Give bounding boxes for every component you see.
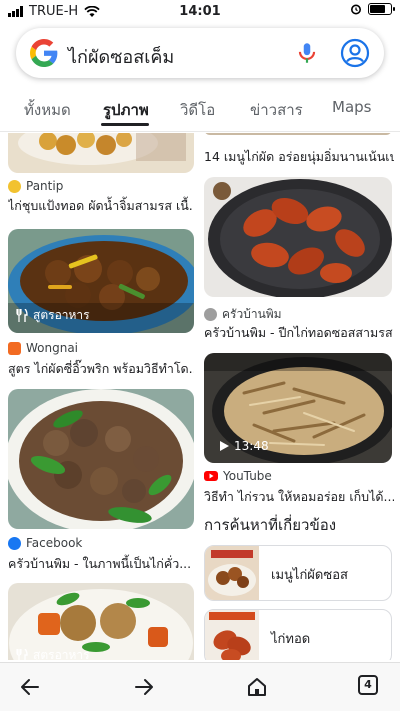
result-image[interactable]: สูตรอาหาร xyxy=(8,583,194,660)
result-image[interactable]: 13:48 xyxy=(204,353,392,463)
related-searches-heading: การค้นหาที่เกี่ยวข้อง xyxy=(204,516,337,534)
recipe-badge: สูตรอาหาร xyxy=(16,306,90,325)
related-search-card[interactable]: เมนูไก่ผัดซอส xyxy=(204,545,392,601)
result-source[interactable]: YouTube xyxy=(204,469,272,483)
wongnai-icon xyxy=(8,341,21,355)
alarm-icon xyxy=(351,4,361,15)
related-search-card[interactable]: ไก่ทอด xyxy=(204,609,392,660)
status-right xyxy=(350,3,395,15)
active-tab-indicator xyxy=(101,123,149,126)
site-icon xyxy=(204,308,217,321)
result-title[interactable]: ไก่ชุบแป้งทอด ผัดน้ำจิ้มสามรส เนื้... xyxy=(8,196,194,216)
battery-icon xyxy=(368,3,395,15)
fork-knife-icon xyxy=(16,309,28,322)
tab-all[interactable]: ทั้งหมด xyxy=(24,98,71,122)
forward-arrow-icon[interactable] xyxy=(132,675,156,699)
fork-knife-icon xyxy=(16,649,28,660)
video-duration: 13:48 xyxy=(220,439,269,453)
status-bar: TRUE-H 14:01 xyxy=(0,0,400,24)
youtube-icon xyxy=(204,471,218,481)
related-thumbnail xyxy=(205,546,259,600)
tab-videos[interactable]: วิดีโอ xyxy=(180,98,215,122)
result-title[interactable]: 14 เมนูไก่ผัด อร่อยนุ่มอิ่มนานเน้นเป... xyxy=(204,147,394,167)
related-search-label: เมนูไก่ผัดซอส xyxy=(271,568,348,583)
recipe-badge: สูตรอาหาร xyxy=(16,646,90,660)
result-source[interactable]: ครัวบ้านพิม xyxy=(204,305,282,324)
result-source[interactable]: Wongnai xyxy=(8,341,78,355)
mic-icon[interactable] xyxy=(294,40,320,66)
battery-fill xyxy=(370,5,385,13)
tab-maps[interactable]: Maps xyxy=(332,98,371,116)
result-title[interactable]: สูตร ไก่ผัดซี่อิ๊วพริก พร้อมวิธีทำโด... xyxy=(8,359,194,379)
facebook-icon xyxy=(8,536,21,550)
search-input[interactable]: ไก่ผัดซอสเค็ม xyxy=(68,42,174,71)
browser-toolbar: 4 xyxy=(0,662,400,711)
image-results: Pantip ไก่ชุบแป้งทอด ผัดน้ำจิ้มสามรส เนื… xyxy=(0,133,400,660)
tab-news[interactable]: ข่าวสาร xyxy=(250,98,303,122)
tab-images[interactable]: รูปภาพ xyxy=(103,98,149,122)
result-image[interactable]: สูตรอาหาร xyxy=(8,229,194,333)
search-bar[interactable]: ไก่ผัดซอสเค็ม xyxy=(16,28,384,78)
related-thumbnail xyxy=(205,610,259,660)
tab-switcher-button[interactable]: 4 xyxy=(358,675,378,695)
result-source[interactable]: Facebook xyxy=(8,536,82,550)
pantip-icon xyxy=(8,179,21,193)
result-image[interactable] xyxy=(8,133,194,173)
result-image[interactable] xyxy=(8,389,194,529)
home-icon[interactable] xyxy=(245,675,269,699)
result-image[interactable] xyxy=(204,177,392,297)
result-source[interactable]: Pantip xyxy=(8,179,63,193)
related-search-label: ไก่ทอด xyxy=(271,632,311,647)
clock: 14:01 xyxy=(179,4,221,19)
back-arrow-icon[interactable] xyxy=(18,675,42,699)
result-image[interactable] xyxy=(204,133,392,135)
account-icon[interactable] xyxy=(340,38,370,68)
result-title[interactable]: วิธีทำ ไก่รวน ให้หอมอร่อย เก็บได้... xyxy=(204,487,394,507)
play-icon xyxy=(220,441,229,451)
google-logo-icon[interactable] xyxy=(30,39,58,67)
result-title[interactable]: ครัวบ้านพิม - ในภาพนี้เป็นไก่คั่ว... xyxy=(8,554,194,574)
result-title[interactable]: ครัวบ้านพิม - ปีกไก่ทอดซอสสามรส xyxy=(204,323,394,343)
search-tabs: ทั้งหมด รูปภาพ วิดีโอ ข่าวสาร Maps xyxy=(0,92,400,132)
